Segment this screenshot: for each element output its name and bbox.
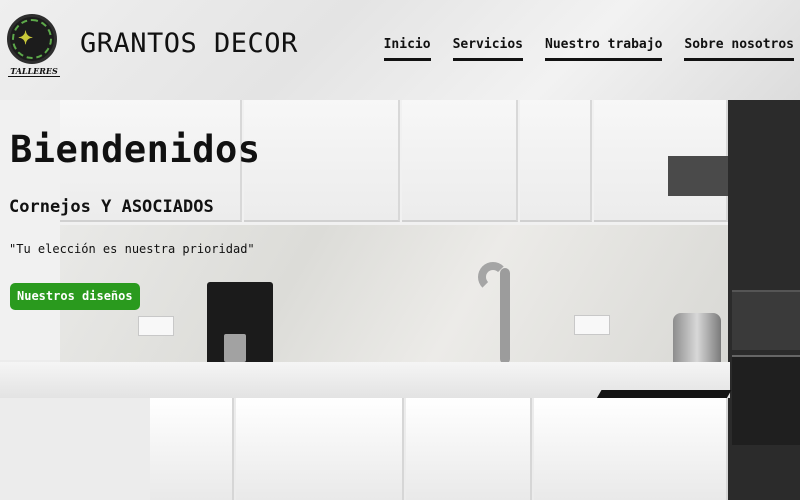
nav-link-sobre-nosotros[interactable]: Sobre nosotros (684, 37, 794, 61)
talleres-emblem-icon[interactable]: ✦ TALLERES (6, 14, 60, 78)
main-navigation: Inicio Servicios Nuestro trabajo Sobre n… (383, 37, 794, 61)
hero-quote: "Tu elección es nuestra prioridad" (9, 242, 255, 256)
nav-link-servicios[interactable]: Servicios (452, 37, 524, 61)
upper-cabinet (520, 100, 592, 222)
lower-cabinet (236, 398, 404, 500)
upper-cabinet (244, 100, 400, 222)
coffee-cup (224, 334, 246, 362)
range-hood (668, 156, 728, 196)
oven-door (732, 355, 800, 445)
site-header: ✦ TALLERES GRANTOS DECOR Inicio Servicio… (0, 0, 800, 100)
faucet (500, 268, 510, 364)
lower-cabinet (406, 398, 532, 500)
logo-mark: ✦ (18, 28, 34, 49)
oven-control-panel (732, 290, 800, 350)
hero-subtitle: Cornejos Y ASOCIADOS (9, 197, 214, 217)
nav-link-inicio[interactable]: Inicio (383, 37, 431, 61)
nav-link-nuestro-trabajo[interactable]: Nuestro trabajo (545, 37, 663, 61)
wall-outlet (574, 315, 610, 335)
hero-title: Biendenidos (10, 128, 261, 171)
designs-button[interactable]: Nuestros diseños (10, 283, 140, 310)
upper-cabinet (402, 100, 518, 222)
brand-name[interactable]: GRANTOS DECOR (80, 28, 298, 59)
lower-cabinet (150, 398, 234, 500)
lower-cabinet (534, 398, 728, 500)
logo-caption: TALLERES (8, 66, 60, 77)
wall-outlet (138, 316, 174, 336)
